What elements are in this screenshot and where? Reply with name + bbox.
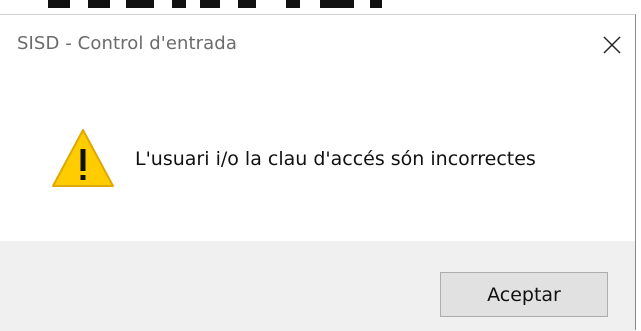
close-button[interactable] — [599, 32, 625, 58]
close-icon — [603, 36, 621, 54]
window-title: SISD - Control d'entrada — [17, 33, 237, 54]
background-window-strip — [0, 0, 641, 14]
title-bar: SISD - Control d'entrada — [0, 15, 635, 77]
warning-icon — [50, 127, 116, 189]
ok-button[interactable]: Aceptar — [440, 272, 608, 317]
message-area: L'usuari i/o la clau d'accés són incorre… — [0, 77, 635, 241]
message-text: L'usuari i/o la clau d'accés són incorre… — [135, 148, 536, 170]
message-dialog: SISD - Control d'entrada L'usuari i/o la… — [0, 14, 636, 331]
button-bar: Aceptar — [0, 241, 635, 331]
